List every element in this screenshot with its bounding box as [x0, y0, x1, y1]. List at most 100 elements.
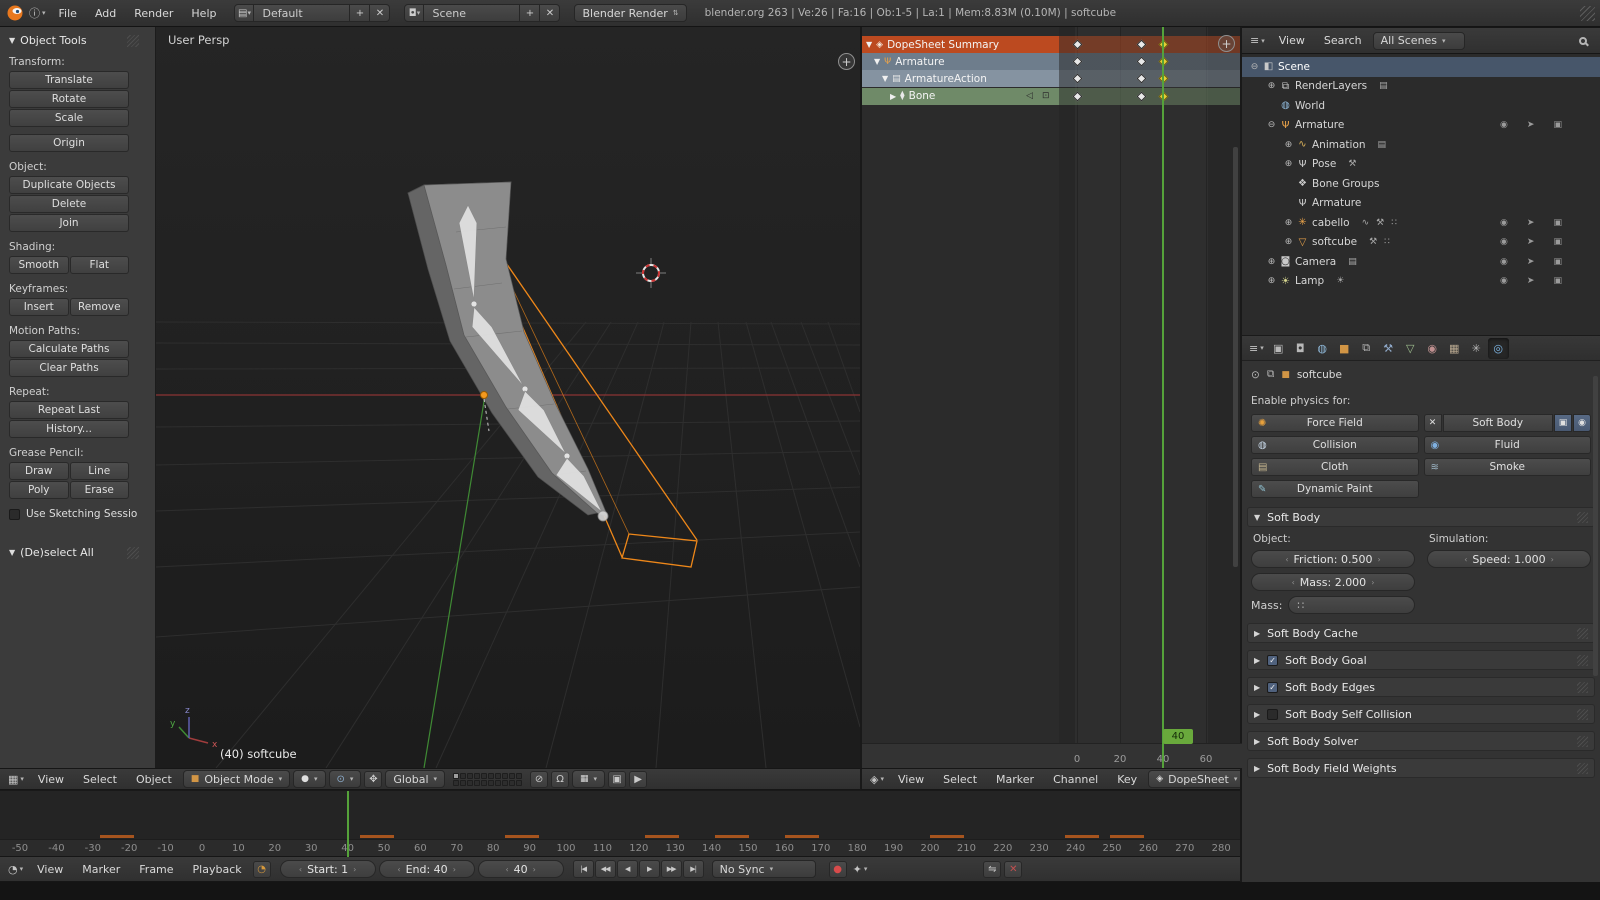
outliner-row-softcube[interactable]: ⊕▽softcube⚒∷◉➤▣	[1242, 233, 1600, 253]
outliner-row-world[interactable]: ◍World	[1242, 96, 1600, 116]
manipulator-toggle[interactable]: ✥	[364, 771, 382, 788]
expand-icon[interactable]: ⊕	[1282, 218, 1295, 228]
world-tab[interactable]: ◍	[1312, 338, 1333, 359]
origin-button[interactable]: Origin	[9, 134, 129, 152]
restrict-select-icon[interactable]: ➤	[1527, 237, 1535, 247]
render-engine-selector[interactable]: Blender Render⇅	[574, 4, 686, 22]
dots-icon[interactable]: ∷	[1391, 218, 1397, 228]
keyframe-diamond[interactable]	[1137, 40, 1147, 50]
outliner-row-scene[interactable]: ⊖◧Scene	[1242, 57, 1600, 77]
menu-view[interactable]: View	[890, 771, 932, 788]
menu-render[interactable]: Render	[126, 5, 181, 22]
remove-soft-body-button[interactable]: ✕	[1424, 414, 1442, 432]
start-frame-field[interactable]: ‹Start: 1›	[280, 860, 376, 878]
outliner-row-lamp[interactable]: ⊕☀Lamp☀◉➤▣	[1242, 272, 1600, 292]
menu-add[interactable]: Add	[87, 5, 124, 22]
region-expand-icon[interactable]: +	[838, 53, 855, 70]
rotate-button[interactable]: Rotate	[9, 90, 129, 108]
dopesheet-scrollbar[interactable]	[1233, 147, 1238, 567]
menu-search[interactable]: Search	[1316, 32, 1370, 49]
layer-cell[interactable]	[460, 773, 466, 779]
keyframe-diamond[interactable]	[1072, 40, 1082, 50]
lamp_data-icon[interactable]: ☀	[1336, 276, 1344, 286]
timeline-ruler[interactable]	[0, 839, 1240, 856]
particles-tab[interactable]: ✳	[1466, 338, 1487, 359]
expand-triangle-icon[interactable]: ▼	[882, 74, 888, 83]
expand-icon[interactable]: ⊖	[1248, 62, 1261, 72]
current-frame-field[interactable]: ‹40›	[478, 860, 564, 878]
deselect-all-panel-header[interactable]: ▼(De)select All	[9, 546, 139, 559]
speed-field[interactable]: ‹Speed: 1.000›	[1427, 550, 1591, 568]
checkbox[interactable]: ✓	[1267, 655, 1278, 666]
translate-button[interactable]: Translate	[9, 71, 129, 89]
add-scene-button[interactable]: +	[520, 4, 540, 22]
layer-cell[interactable]	[481, 780, 487, 786]
expand-icon[interactable]: ⊕	[1265, 257, 1278, 267]
layer-cell[interactable]	[467, 780, 473, 786]
dopesheet-ruler[interactable]: 0204060	[862, 743, 1242, 768]
current-frame-line[interactable]	[347, 791, 349, 857]
expand-icon[interactable]: ⊕	[1282, 159, 1295, 169]
keyframe-diamond[interactable]	[1072, 74, 1082, 84]
use-sketching-checkbox[interactable]	[9, 509, 20, 520]
restrict-select-icon[interactable]: ➤	[1527, 120, 1535, 130]
layer-cell[interactable]	[502, 780, 508, 786]
next-keyframe-button[interactable]: ▶▶	[661, 860, 682, 878]
eye-icon[interactable]: ◉	[1500, 276, 1508, 286]
action-icon[interactable]: ▤	[1378, 140, 1387, 150]
end-frame-field[interactable]: ‹End: 40›	[379, 860, 475, 878]
snap-toggle[interactable]: Ω	[551, 771, 569, 788]
flat-button[interactable]: Flat	[70, 256, 130, 274]
speaker-icon[interactable]: ◁	[1026, 91, 1033, 101]
expand-triangle-icon[interactable]: ▼	[866, 40, 872, 49]
soft-body-field-weights-panel-header[interactable]: ▶Soft Body Field Weights	[1247, 758, 1595, 778]
keyframe-diamond[interactable]	[1072, 91, 1082, 101]
dopesheet-channel-armatureaction[interactable]: ▼▤ArmatureAction	[862, 70, 1242, 87]
checkbox[interactable]: ✓	[1267, 682, 1278, 693]
smoke-button[interactable]: ≋Smoke	[1424, 458, 1592, 476]
outliner-row-armature[interactable]: ⊖ΨArmature◉➤▣	[1242, 116, 1600, 136]
layer-cell[interactable]	[495, 780, 501, 786]
layer-cell[interactable]	[495, 773, 501, 779]
outliner-row-renderlayers[interactable]: ⊕⧉RenderLayers▤	[1242, 77, 1600, 97]
object-tools-panel-header[interactable]: ▼Object Tools	[9, 34, 139, 47]
wrench-icon[interactable]: ⚒	[1376, 218, 1384, 228]
collision-button[interactable]: ◍Collision	[1251, 436, 1419, 454]
dots-icon[interactable]: ∷	[1384, 237, 1390, 247]
softbody-realtime-toggle[interactable]: ◉	[1573, 414, 1591, 432]
layer-cell[interactable]	[474, 780, 480, 786]
dopesheet-mode-selector[interactable]: ◈DopeSheet▾	[1148, 770, 1245, 788]
keyframe-diamond[interactable]	[1137, 91, 1147, 101]
opengl-animation-button[interactable]: ▶	[629, 771, 647, 788]
expand-triangle-icon[interactable]: ▶	[890, 92, 896, 101]
layer-cell[interactable]	[516, 780, 522, 786]
layer-cell[interactable]	[460, 780, 466, 786]
delete-screen-button[interactable]: ✕	[370, 4, 390, 22]
restrict-render-icon[interactable]: ▣	[1553, 218, 1562, 228]
restrict-select-icon[interactable]: ➤	[1527, 276, 1535, 286]
pivot-point-selector[interactable]: ⊙▾	[329, 770, 362, 788]
grease-draw-button[interactable]: Draw	[9, 462, 69, 480]
layer-cell[interactable]	[488, 780, 494, 786]
delete-button[interactable]: Delete	[9, 195, 129, 213]
checkbox[interactable]	[1267, 709, 1278, 720]
unlink-button[interactable]: ✕	[1004, 861, 1022, 878]
outliner-row-armature[interactable]: ΨArmature	[1242, 194, 1600, 214]
editor-type-selector[interactable]: ◈▾	[867, 773, 887, 786]
menu-object[interactable]: Object	[128, 771, 180, 788]
prev-keyframe-button[interactable]: ◀◀	[595, 860, 616, 878]
keyframe-diamond[interactable]	[1137, 57, 1147, 67]
outliner-row-animation[interactable]: ⊕∿Animation▤	[1242, 135, 1600, 155]
browse-screens-icon[interactable]: ▤▾	[234, 4, 254, 22]
jump-start-button[interactable]: |◀	[573, 860, 594, 878]
play-button[interactable]: ▶	[639, 860, 660, 878]
expand-icon[interactable]: ⊕	[1282, 237, 1295, 247]
keying-set-selector[interactable]: ✦▾	[850, 863, 871, 876]
mass-vertex-group-field[interactable]: ∷	[1288, 596, 1415, 614]
menu-help[interactable]: Help	[183, 5, 224, 22]
keyframe-diamond[interactable]	[1072, 57, 1082, 67]
info-editor-selector[interactable]: ⓘ▾	[26, 5, 49, 21]
outliner-row-cabello[interactable]: ⊕✳cabello∿⚒∷◉➤▣	[1242, 213, 1600, 233]
browse-scenes-icon[interactable]: ◘▾	[404, 4, 424, 22]
data-tab[interactable]: ▽	[1400, 338, 1421, 359]
